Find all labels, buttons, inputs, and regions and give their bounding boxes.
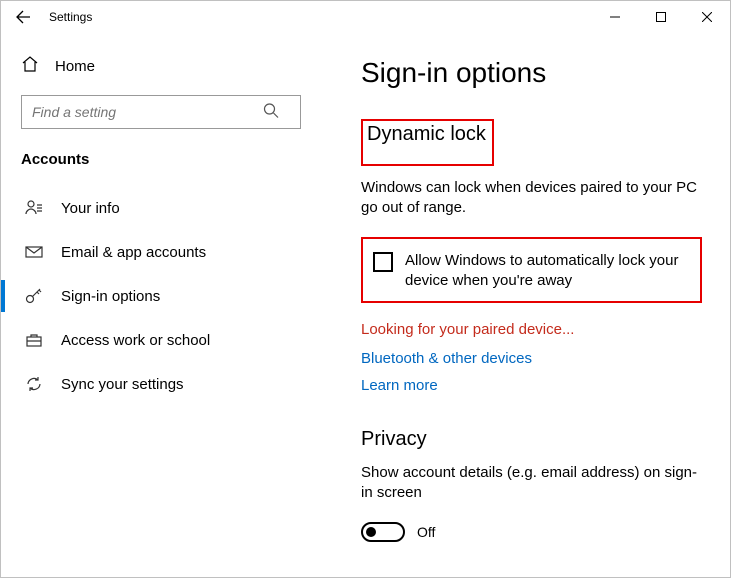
sidebar-item-signin[interactable]: Sign-in options (21, 274, 329, 318)
checkbox-icon (373, 252, 393, 272)
window-controls (592, 1, 730, 33)
sidebar-item-label: Email & app accounts (61, 244, 206, 261)
body: Home Accounts Your info Email & app (1, 33, 730, 577)
pairing-status: Looking for your paired device... (361, 321, 702, 338)
sidebar-item-work-school[interactable]: Access work or school (21, 318, 329, 362)
briefcase-icon (25, 331, 43, 349)
highlight-dynamic-lock-heading: Dynamic lock (361, 119, 494, 166)
privacy-toggle[interactable] (361, 522, 405, 542)
person-icon (25, 199, 43, 217)
learn-more-link[interactable]: Learn more (361, 377, 702, 394)
close-icon (702, 12, 712, 22)
privacy-toggle-row: Off (361, 522, 702, 542)
sidebar-item-sync[interactable]: Sync your settings (21, 362, 329, 406)
sidebar-item-label: Your info (61, 200, 120, 217)
home-nav[interactable]: Home (21, 49, 329, 83)
minimize-icon (610, 12, 620, 22)
search-input[interactable] (21, 95, 301, 129)
page-title: Sign-in options (361, 57, 702, 89)
settings-window: Settings Home (0, 0, 731, 578)
dynamic-lock-checkbox[interactable]: Allow Windows to automatically lock your… (373, 251, 690, 292)
sidebar-item-label: Sign-in options (61, 288, 160, 305)
home-label: Home (55, 58, 95, 75)
maximize-icon (656, 12, 666, 22)
close-button[interactable] (684, 1, 730, 33)
maximize-button[interactable] (638, 1, 684, 33)
dynamic-lock-heading: Dynamic lock (367, 123, 486, 146)
checkbox-label: Allow Windows to automatically lock your… (405, 251, 690, 292)
mail-icon (25, 243, 43, 261)
privacy-heading: Privacy (361, 428, 702, 451)
section-label: Accounts (21, 151, 329, 168)
minimize-button[interactable] (592, 1, 638, 33)
back-arrow-icon (15, 9, 31, 25)
sidebar-item-email-app[interactable]: Email & app accounts (21, 230, 329, 274)
sidebar-item-label: Access work or school (61, 332, 210, 349)
content: Sign-in options Dynamic lock Windows can… (341, 33, 730, 577)
highlight-dynamic-lock-checkbox: Allow Windows to automatically lock your… (361, 237, 702, 304)
window-title: Settings (49, 10, 92, 24)
sync-icon (25, 375, 43, 393)
bluetooth-link[interactable]: Bluetooth & other devices (361, 350, 702, 367)
sidebar-item-your-info[interactable]: Your info (21, 186, 329, 230)
sidebar: Home Accounts Your info Email & app (1, 33, 341, 577)
privacy-toggle-state: Off (417, 524, 435, 540)
privacy-description: Show account details (e.g. email address… (361, 463, 702, 504)
titlebar: Settings (1, 1, 730, 33)
key-icon (25, 287, 43, 305)
sidebar-item-label: Sync your settings (61, 376, 184, 393)
home-icon (21, 55, 39, 77)
search-wrap (21, 95, 329, 129)
dynamic-lock-description: Windows can lock when devices paired to … (361, 178, 702, 219)
back-button[interactable] (13, 9, 33, 25)
